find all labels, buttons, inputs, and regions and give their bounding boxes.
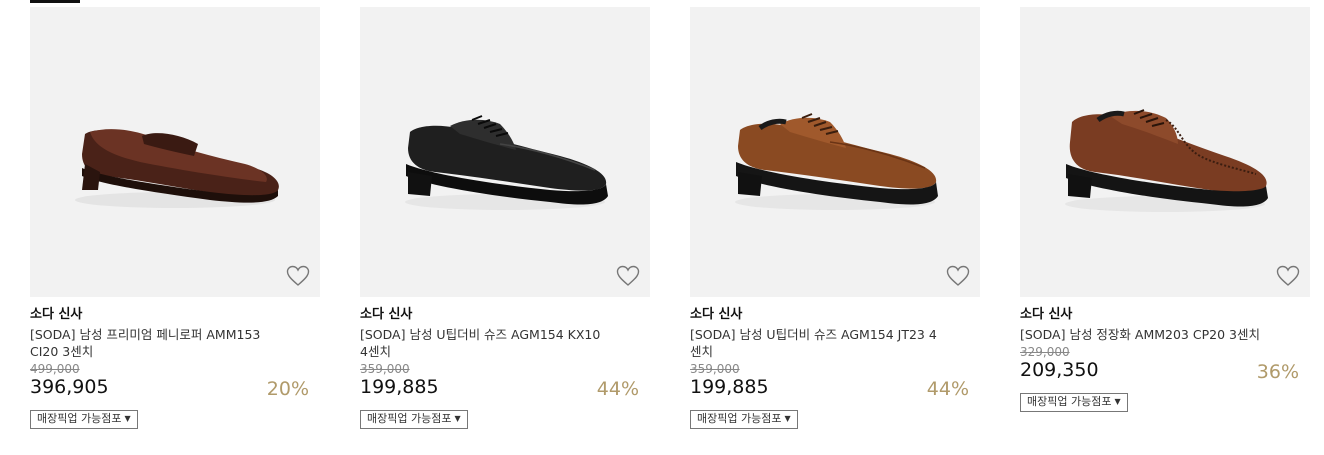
store-pickup-dropdown[interactable]: 매장픽업 가능점포 ▼ [1020, 393, 1128, 412]
price-block: 329,000 209,350 36% [1020, 345, 1310, 385]
caret-down-icon: ▼ [784, 414, 791, 423]
product-name[interactable]: [SODA] 남성 프리미엄 페니로퍼 AMM153 CI20 3센치 [30, 326, 280, 360]
heart-outline-icon[interactable] [616, 265, 640, 287]
product-card[interactable]: 소다 신사 [SODA] 남성 정장화 AMM203 CP20 3센치 329,… [1020, 7, 1310, 412]
brand-name: 소다 신사 [1020, 307, 1073, 322]
product-image[interactable] [1020, 7, 1310, 297]
product-image[interactable] [30, 7, 320, 297]
price-block: 499,000 396,905 20% [30, 362, 320, 402]
product-name[interactable]: [SODA] 남성 U팁더비 슈즈 AGM154 JT23 4센치 [690, 326, 940, 360]
original-price: 499,000 [30, 362, 80, 376]
penny-loafer-image [75, 129, 279, 208]
brand-name: 소다 신사 [360, 307, 413, 322]
discount-rate: 44% [596, 378, 639, 400]
store-pickup-label: 매장픽업 가능점포 [37, 412, 122, 425]
store-pickup-dropdown[interactable]: 매장픽업 가능점포 ▼ [360, 410, 468, 429]
derby-shoe-image [735, 113, 938, 210]
brand-name: 소다 신사 [30, 307, 83, 322]
caret-down-icon: ▼ [1114, 397, 1121, 406]
store-pickup-label: 매장픽업 가능점포 [367, 412, 452, 425]
oxford-shoe-image [1065, 109, 1268, 212]
brand-name: 소다 신사 [690, 307, 743, 322]
original-price: 359,000 [360, 362, 410, 376]
store-pickup-dropdown[interactable]: 매장픽업 가능점포 ▼ [30, 410, 138, 429]
product-image[interactable] [360, 7, 650, 297]
discount-rate: 20% [266, 378, 309, 400]
price-block: 359,000 199,885 44% [690, 362, 980, 402]
product-name[interactable]: [SODA] 남성 정장화 AMM203 CP20 3센치 [1020, 326, 1270, 343]
product-card[interactable]: 소다 신사 [SODA] 남성 프리미엄 페니로퍼 AMM153 CI20 3센… [30, 7, 320, 429]
store-pickup-label: 매장픽업 가능점포 [1027, 395, 1112, 408]
store-pickup-label: 매장픽업 가능점포 [697, 412, 782, 425]
discount-rate: 36% [1256, 361, 1299, 383]
original-price: 329,000 [1020, 345, 1070, 359]
product-image[interactable] [690, 7, 980, 297]
heart-outline-icon[interactable] [1276, 265, 1300, 287]
product-card[interactable]: 소다 신사 [SODA] 남성 U팁더비 슈즈 AGM154 JT23 4센치 … [690, 7, 980, 429]
heart-outline-icon[interactable] [286, 265, 310, 287]
product-name[interactable]: [SODA] 남성 U팁더비 슈즈 AGM154 KX10 4센치 [360, 326, 610, 360]
product-card[interactable]: 소다 신사 [SODA] 남성 U팁더비 슈즈 AGM154 KX10 4센치 … [360, 7, 650, 429]
derby-shoe-image [405, 115, 608, 210]
caret-down-icon: ▼ [454, 414, 461, 423]
product-grid: 소다 신사 [SODA] 남성 프리미엄 페니로퍼 AMM153 CI20 3센… [0, 0, 1324, 455]
discount-rate: 44% [926, 378, 969, 400]
original-price: 359,000 [690, 362, 740, 376]
caret-down-icon: ▼ [124, 414, 131, 423]
price-block: 359,000 199,885 44% [360, 362, 650, 402]
heart-outline-icon[interactable] [946, 265, 970, 287]
store-pickup-dropdown[interactable]: 매장픽업 가능점포 ▼ [690, 410, 798, 429]
